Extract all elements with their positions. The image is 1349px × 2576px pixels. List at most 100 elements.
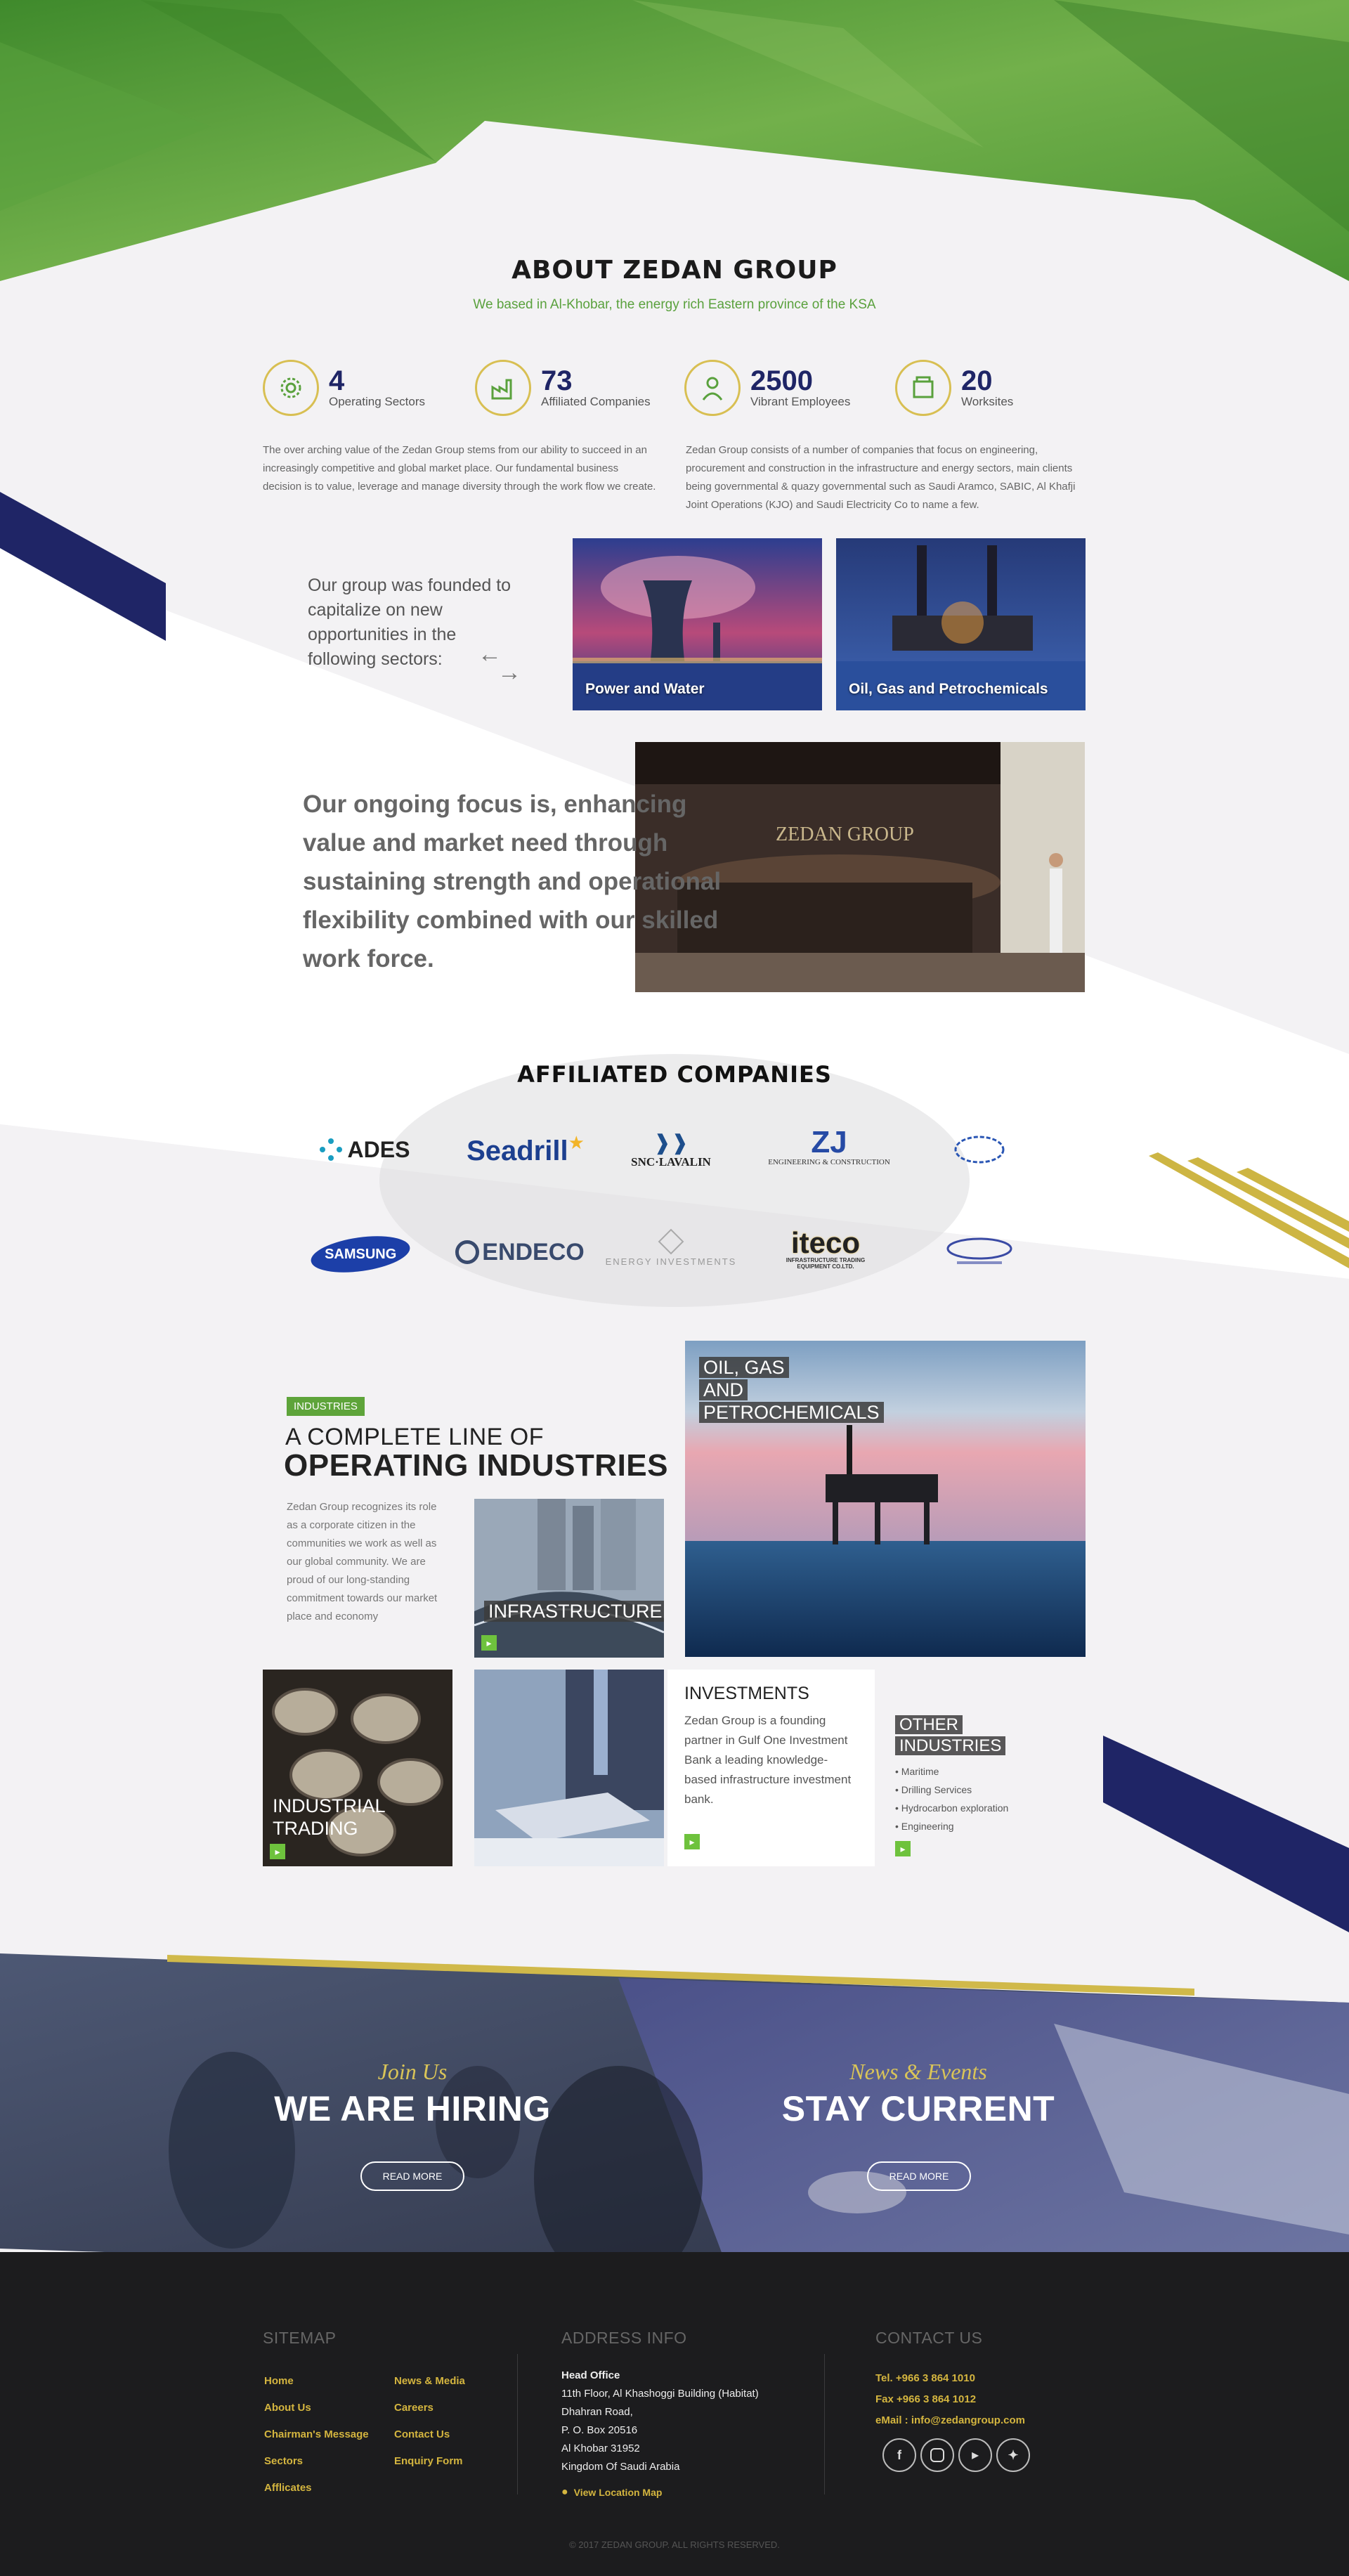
tile-label-line: OTHER	[895, 1715, 963, 1734]
logo-seadrill[interactable]: Seadrill ★	[455, 1123, 596, 1179]
address-line: Dhahran Road,	[561, 2406, 633, 2418]
hiring-subtitle: Join Us	[377, 2059, 448, 2084]
logo-zj[interactable]: ZJ ENGINEERING & CONSTRUCTION	[759, 1119, 899, 1175]
news-subtitle: News & Events	[849, 2059, 987, 2084]
stat-number: 2500	[750, 365, 813, 396]
investments-card[interactable]: INVESTMENTS Zedan Group is a founding pa…	[667, 1670, 875, 1866]
industries-text: Zedan Group recognizes its role as a cor…	[287, 1501, 438, 1622]
industries-heading-line2: OPERATING INDUSTRIES	[284, 1448, 669, 1483]
tile-label-line: AND	[699, 1379, 748, 1400]
footer-link-about[interactable]: About Us	[264, 2395, 369, 2421]
logo-lavalin-group[interactable]	[909, 1224, 1050, 1280]
instagram-icon[interactable]	[920, 2438, 954, 2472]
star-icon: ★	[568, 1131, 585, 1153]
facebook-icon[interactable]: f	[882, 2438, 916, 2472]
hiring-title: WE ARE HIRING	[274, 2089, 551, 2128]
logo-iteco[interactable]: iteco INFRASTRUCTURE TRADING EQUIPMENT C…	[755, 1221, 896, 1277]
nesco-icon	[954, 1136, 1005, 1164]
stat-label: Worksites	[961, 395, 1014, 408]
focus-statement: Our ongoing focus is, enhancing value an…	[303, 791, 722, 972]
investments-title: INVESTMENTS	[684, 1684, 809, 1703]
tile-label-line: PETROCHEMICALS	[699, 1402, 884, 1423]
about-subtitle: We based in Al-Khobar, the energy rich E…	[473, 297, 876, 312]
sitemap-col2: News & Media Careers Contact Us Enquiry …	[394, 2368, 465, 2475]
about-title: ABOUT ZEDAN GROUP	[511, 256, 838, 285]
tile-label-line: INDUSTRIAL	[273, 1795, 386, 1816]
footer-link-careers[interactable]: Careers	[394, 2395, 465, 2421]
tile-industrial-trading[interactable]: INDUSTRIAL TRADING ▸	[263, 1670, 452, 1866]
address-line: P. O. Box 20516	[561, 2424, 638, 2436]
address-block: Head Office 11th Floor, Al Khashoggi Bui…	[561, 2367, 759, 2499]
sector-card-label: Oil, Gas and Petrochemicals	[849, 681, 1048, 697]
lavalin-group-icon	[946, 1237, 1012, 1264]
stat-worksites: 20 Worksites	[895, 360, 1013, 416]
stat-label: Vibrant Employees	[750, 395, 851, 408]
address-head: Head Office	[561, 2369, 620, 2381]
stat-affiliated-companies: 73 Affiliated Companies	[475, 360, 651, 416]
footer-link-chairman[interactable]: Chairman's Message	[264, 2421, 369, 2448]
contact-email[interactable]: eMail : info@zedangroup.com	[875, 2410, 1025, 2431]
sector-card-oil-gas[interactable]: Oil, Gas and Petrochemicals	[836, 538, 1086, 710]
twitter-icon[interactable]: ✦	[996, 2438, 1030, 2472]
logo-samsung[interactable]: SAMSUNG	[290, 1226, 431, 1282]
worker-icon	[684, 360, 741, 416]
hiring-read-more-button[interactable]: READ MORE	[360, 2161, 464, 2191]
stat-vibrant-employees: 2500 Vibrant Employees	[684, 360, 850, 416]
social-links: f ▶ ✦	[882, 2438, 1030, 2472]
gears-icon	[263, 360, 319, 416]
snc-icon: ❱❱	[653, 1131, 689, 1154]
footer-link-news[interactable]: News & Media	[394, 2368, 465, 2395]
logo-ades[interactable]: ADES	[294, 1121, 434, 1178]
stat-number: 73	[541, 365, 573, 396]
news-title: STAY CURRENT	[781, 2089, 1055, 2128]
stat-label: Operating Sectors	[329, 395, 426, 408]
footer-link-sectors[interactable]: Sectors	[264, 2448, 369, 2475]
arrow-right-icon[interactable]: ▸	[895, 1841, 911, 1856]
view-location-link[interactable]: ● View Location Map	[561, 2486, 759, 2499]
arrow-right-icon[interactable]: →	[497, 661, 521, 684]
stat-label: Affiliated Companies	[541, 395, 651, 408]
other-industries-title: OTHER INDUSTRIES	[895, 1715, 1006, 1757]
tile-label-line: TRADING	[273, 1818, 358, 1839]
arrow-right-icon[interactable]: ▸	[684, 1834, 700, 1849]
sitemap-title: SITEMAP	[263, 2329, 337, 2347]
sector-card-power-water[interactable]: Power and Water	[573, 538, 822, 710]
stat-number: 20	[961, 365, 993, 396]
youtube-icon[interactable]: ▶	[958, 2438, 992, 2472]
list-item: • Maritime	[895, 1766, 939, 1777]
site-icon	[895, 360, 951, 416]
list-item: • Engineering	[895, 1821, 954, 1832]
contact-fax: Fax +966 3 864 1012	[875, 2393, 977, 2405]
energy-icon	[658, 1228, 684, 1254]
logo-energy-investments[interactable]: ENERGY INVESTMENTS	[601, 1221, 741, 1277]
contact-block: Tel. +966 3 864 1010 Fax +966 3 864 1012…	[875, 2368, 1025, 2431]
news-read-more-button[interactable]: READ MORE	[867, 2161, 971, 2191]
footer-link-home[interactable]: Home	[264, 2368, 369, 2395]
ades-icon	[319, 1138, 342, 1161]
logo-nesco[interactable]	[909, 1121, 1050, 1178]
footer-link-contact[interactable]: Contact Us	[394, 2421, 465, 2448]
stat-operating-sectors: 4 Operating Sectors	[263, 360, 425, 416]
logo-endeco[interactable]: ENDECO	[450, 1224, 590, 1280]
contact-title: CONTACT US	[875, 2329, 983, 2347]
tile-infrastructure[interactable]: INFRASTRUCTURE ▸	[474, 1499, 664, 1658]
tile-label-line: INDUSTRIES	[895, 1736, 1006, 1755]
arrow-right-icon[interactable]: ▸	[270, 1844, 285, 1859]
list-item: • Hydrocarbon exploration	[895, 1802, 1009, 1814]
sector-card-label: Power and Water	[585, 681, 705, 697]
tile-label-line: OIL, GAS	[699, 1357, 789, 1378]
contact-tel[interactable]: Tel. +966 3 864 1010	[875, 2368, 1025, 2389]
tile-oil-gas[interactable]: OIL, GAS AND PETROCHEMICALS	[685, 1341, 1086, 1657]
logo-snc-lavalin[interactable]: ❱❱ SNC·LAVALIN	[601, 1121, 741, 1178]
footer-link-enquiry[interactable]: Enquiry Form	[394, 2448, 465, 2475]
factory-icon	[475, 360, 531, 416]
list-item: • Drilling Services	[895, 1784, 972, 1795]
arrow-right-icon[interactable]: ▸	[481, 1635, 497, 1651]
map-pin-icon: ●	[561, 2486, 568, 2498]
address-line: 11th Floor, Al Khashoggi Building (Habit…	[561, 2388, 759, 2400]
carousel-arrows: ← →	[478, 642, 521, 684]
footer-link-affiliates[interactable]: Afflicates	[264, 2475, 369, 2502]
tile-label-line: INFRASTRUCTURE	[484, 1601, 664, 1622]
lobby-sign: ZEDAN GROUP	[776, 824, 914, 845]
industries-tag: INDUSTRIES	[287, 1397, 365, 1416]
